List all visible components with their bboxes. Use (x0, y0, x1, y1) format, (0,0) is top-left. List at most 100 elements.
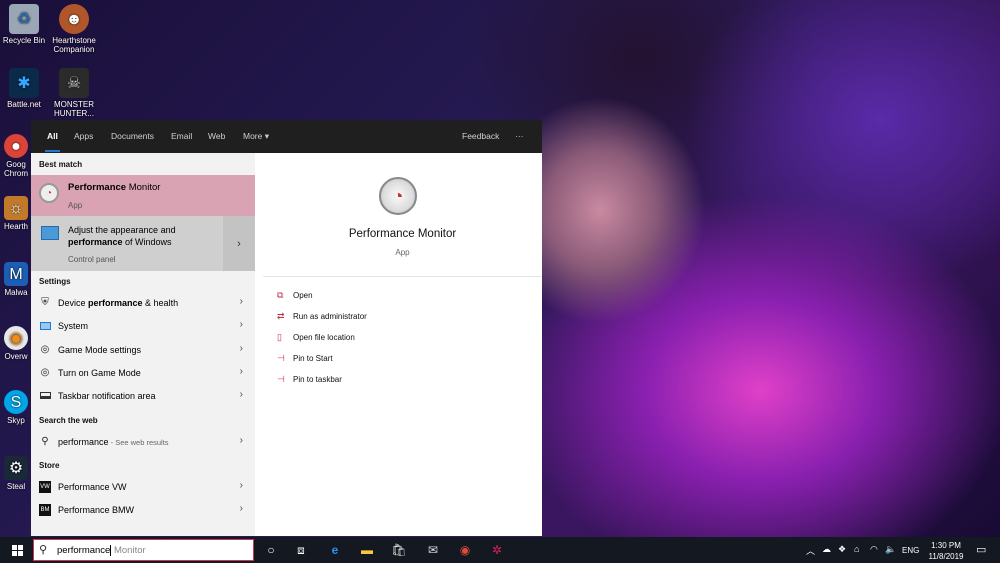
windows-logo (11, 544, 23, 556)
pin-icon: ⊣ (277, 374, 285, 384)
settings-item-label: Device performance & health (58, 297, 179, 308)
performance-monitor-large-icon: ◔ (379, 177, 417, 215)
action-open-file-location[interactable]: ▯ Open file location (277, 332, 355, 343)
web-search-result[interactable]: ⚲ performance - See web results › (31, 430, 255, 453)
adjust-performance-result[interactable]: Adjust the appearance and performance of… (31, 216, 255, 271)
wifi-icon[interactable]: ◠ (870, 544, 878, 555)
tab-documents[interactable]: Documents (111, 131, 154, 141)
settings-item-turn-on-game-mode[interactable]: ◎ Turn on Game Mode › (31, 361, 255, 384)
action-pin-to-start[interactable]: ⊣ Pin to Start (277, 353, 333, 364)
desktop-icon-skype[interactable]: S Skyp (0, 390, 32, 425)
expand-chevron-icon[interactable]: › (223, 216, 255, 271)
best-match-subtitle: App (68, 201, 83, 210)
onedrive-icon[interactable]: ☁ (822, 544, 831, 555)
desktop-icon-malwarebytes[interactable]: M Malwa (0, 262, 32, 297)
settings-item-game-mode-settings[interactable]: ◎ Game Mode settings › (31, 338, 255, 361)
divider (263, 276, 542, 277)
logo-pane (11, 550, 17, 556)
tab-web[interactable]: Web (208, 131, 225, 141)
chrome-icon[interactable]: ◉ (456, 541, 474, 559)
store-app-icon: VW (39, 480, 51, 493)
action-open[interactable]: ⧉ Open (277, 290, 313, 301)
volume-icon[interactable]: 🔈 (885, 544, 896, 555)
cortana-icon[interactable]: ○ (262, 541, 280, 559)
best-match-result[interactable]: ◔ Performance Monitor App (31, 175, 255, 216)
tab-apps[interactable]: Apps (74, 131, 93, 141)
store-item-label: Performance BMW (58, 504, 135, 515)
action-pin-to-taskbar[interactable]: ⊣ Pin to taskbar (277, 374, 342, 385)
search-filter-bar: All Apps Documents Email Web More ▾ Feed… (31, 120, 542, 153)
desktop-icon-battlenet[interactable]: ✱ Battle.net (2, 68, 46, 109)
chevron-right-icon: › (239, 343, 243, 354)
adjust-subtitle: Control panel (68, 255, 116, 264)
admin-icon: ⇄ (277, 311, 285, 321)
language-indicator[interactable]: ENG (902, 546, 919, 555)
tab-email[interactable]: Email (171, 131, 192, 141)
taskbar-search-input[interactable]: ⚲ performance Monitor (33, 539, 254, 561)
logo-pane (11, 544, 17, 550)
desktop-icon-monster-hunter[interactable]: ☠ MONSTER HUNTER... (52, 68, 96, 118)
network-icon[interactable]: ⌂ (854, 544, 859, 554)
store-app-icon: BM (39, 503, 51, 516)
settings-item-taskbar-notification[interactable]: Taskbar notification area › (31, 384, 255, 407)
pin-icon: ⊣ (277, 353, 285, 363)
more-options-icon[interactable]: ··· (515, 131, 524, 141)
notifications-icon[interactable]: ▭ (976, 543, 986, 556)
chevron-right-icon: › (239, 389, 243, 400)
store-item-performance-bmw[interactable]: BM Performance BMW › (31, 498, 255, 521)
taskbar-shape (39, 392, 51, 399)
chevron-right-icon: › (239, 296, 243, 307)
chevron-right-icon: › (239, 435, 243, 446)
overwatch-icon: ◉ (4, 326, 28, 350)
best-match-heading: Best match (39, 160, 83, 169)
mail-icon[interactable]: ✉ (424, 541, 442, 559)
desktop-icon-steam[interactable]: ⚙ Steal (0, 456, 32, 491)
start-menu: All Apps Documents Email Web More ▾ Feed… (31, 120, 542, 536)
steam-icon: ⚙ (4, 456, 28, 480)
results-list: Best match ◔ Performance Monitor App Adj… (31, 153, 255, 536)
detail-subtitle: App (395, 248, 410, 257)
desktop-icon-hearthstone[interactable]: ☼ Hearth (0, 196, 32, 231)
chevron-up-icon[interactable]: ︿ (806, 544, 815, 557)
search-web-heading: Search the web (39, 416, 98, 425)
dropbox-icon[interactable]: ❖ (838, 544, 846, 555)
search-icon: ⚲ (41, 436, 49, 447)
search-icon: ⚲ (39, 544, 48, 556)
chevron-right-icon: › (239, 480, 243, 491)
search-query: performance Monitor (57, 545, 146, 556)
desktop-icon-chrome[interactable]: ● Goog Chrom (0, 134, 32, 178)
action-run-as-admin[interactable]: ⇄ Run as administrator (277, 311, 367, 322)
hearthstone-icon: ☼ (4, 196, 28, 220)
settings-item-device-performance[interactable]: ⛨ Device performance & health › (31, 291, 255, 314)
settings-item-label: Turn on Game Mode (58, 367, 141, 378)
file-explorer-icon[interactable]: ▬ (358, 541, 376, 559)
store-icon[interactable]: 🛍 (390, 541, 408, 559)
feedback-link[interactable]: Feedback (462, 131, 499, 141)
battlenet-icon: ✱ (9, 68, 39, 98)
malwarebytes-icon: M (4, 262, 28, 286)
taskbar-icon (39, 390, 51, 402)
tab-all[interactable]: All (45, 131, 60, 152)
laptop-icon (39, 320, 51, 332)
desktop-icon-recycle-bin[interactable]: ♻ Recycle Bin (2, 4, 46, 45)
clock[interactable]: 1:30 PM 11/8/2019 (926, 540, 966, 562)
file-location-icon: ▯ (277, 332, 282, 342)
store-item-performance-vw[interactable]: VW Performance VW › (31, 475, 255, 498)
settings-item-system[interactable]: System › (31, 314, 255, 337)
clock-date: 11/8/2019 (928, 552, 964, 561)
skype-icon: S (4, 390, 28, 414)
desktop-icon-hearthstone-companion[interactable]: ☻ Hearthstone Companion (52, 4, 96, 54)
task-view-icon[interactable]: ⧈ (292, 541, 310, 559)
edge-icon[interactable]: e (326, 541, 344, 559)
slack-icon[interactable]: ✲ (488, 541, 506, 559)
hearthstone-icon: ☻ (59, 4, 89, 34)
windows-start-icon[interactable] (8, 541, 26, 559)
monster-hunter-icon: ☠ (59, 68, 89, 98)
shield-icon: ⛨ (41, 297, 49, 308)
laptop-shape (39, 321, 51, 330)
desktop-icon-overwatch[interactable]: ◉ Overw (0, 326, 32, 361)
chevron-right-icon: › (239, 319, 243, 330)
store-item-label: Performance VW (58, 481, 127, 492)
tab-more[interactable]: More ▾ (243, 131, 269, 142)
recycle-bin-icon: ♻ (9, 4, 39, 34)
